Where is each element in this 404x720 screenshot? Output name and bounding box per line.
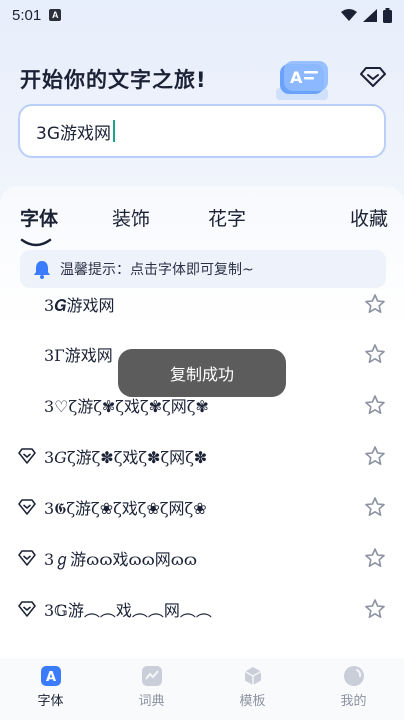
nav-fonts-label: 字体 [37, 694, 64, 709]
nav-dictionary[interactable]: 词典 [101, 658, 202, 720]
font-result-text: 3𝑮游戏网 [44, 296, 115, 315]
font-result-row[interactable]: 3ℊ游ɷɷ戏ɷɷ网ɷɷ [0, 533, 404, 583]
star-icon[interactable] [364, 547, 386, 569]
nav-templates-label: 模板 [239, 694, 266, 709]
font-result-text: 3𝕲ζ游ζ❀ζ戏ζ❀ζ网ζ❀ [44, 499, 207, 518]
signal-icon [363, 8, 377, 22]
star-icon[interactable] [364, 343, 386, 365]
star-icon[interactable] [364, 496, 386, 518]
text-input[interactable]: 3G游戏网 [18, 104, 386, 158]
svg-text:A: A [46, 670, 56, 685]
tab-favorites[interactable]: 收藏 [350, 204, 388, 231]
wifi-icon [341, 8, 357, 21]
vip-diamond-icon [18, 601, 36, 617]
svg-text:A: A [290, 68, 303, 87]
bell-icon [34, 261, 50, 279]
template-icon [244, 667, 261, 685]
font-result-row[interactable]: 3𝕲ζ游ζ❀ζ戏ζ❀ζ网ζ❀ [0, 482, 404, 532]
text-caret [113, 120, 115, 142]
star-icon[interactable] [364, 445, 386, 467]
nav-profile-label: 我的 [340, 694, 367, 709]
copy-success-toast: 复制成功 [118, 349, 286, 397]
star-icon[interactable] [364, 598, 386, 620]
font-result-text: 3𝐺ζ游ζ✽ζ戏ζ✽ζ网ζ✽ [44, 448, 208, 467]
active-tab-indicator [20, 238, 52, 247]
vip-diamond-icon[interactable] [360, 66, 386, 88]
nav-profile[interactable]: 我的 [303, 658, 404, 720]
status-time: 5:01 [12, 6, 42, 24]
tip-text: 温馨提示：点击字体即可复制~ [60, 262, 254, 278]
font-result-text: 3ℊ游ɷɷ戏ɷɷ网ɷɷ [44, 550, 198, 569]
profile-icon [343, 666, 364, 686]
nav-fonts[interactable]: A 字体 [0, 658, 101, 720]
font-result-row[interactable]: 3𝔾游︵︵戏︵︵网︵︵ [0, 584, 404, 634]
toast-text: 复制成功 [169, 365, 234, 384]
bottom-nav: A 字体 词典 模板 我的 [0, 658, 404, 720]
font-result-text: 3Г游戏网 [44, 346, 113, 365]
vip-diamond-icon [18, 550, 36, 566]
font-result-row[interactable]: 3𝑮游戏网 [0, 279, 404, 329]
tab-decorations[interactable]: 装饰 [112, 204, 150, 231]
star-icon[interactable] [364, 394, 386, 416]
app-notification-icon: A [49, 9, 62, 21]
font-result-text: 3𝔾游︵︵戏︵︵网︵︵ [44, 601, 212, 620]
status-bar: 5:01 A [0, 0, 404, 30]
status-icons [341, 7, 392, 23]
category-tabs: 字体 装饰 花字 收藏 [0, 204, 404, 247]
vip-diamond-icon [18, 448, 36, 464]
text-input-value: 3G游戏网 [36, 123, 111, 144]
font-illustration-icon: A [276, 61, 328, 100]
tab-fancy-text[interactable]: 花字 [208, 204, 246, 231]
nav-templates[interactable]: 模板 [202, 658, 303, 720]
font-icon: A [40, 666, 61, 686]
star-icon[interactable] [364, 293, 386, 315]
dictionary-icon [141, 666, 162, 686]
tab-fonts[interactable]: 字体 [20, 204, 58, 231]
page-title: 开始你的文字之旅! [20, 68, 207, 92]
nav-dictionary-label: 词典 [138, 694, 165, 709]
font-result-row[interactable]: 3𝐺ζ游ζ✽ζ戏ζ✽ζ网ζ✽ [0, 431, 404, 481]
vip-diamond-icon [18, 499, 36, 515]
battery-icon [383, 7, 392, 23]
